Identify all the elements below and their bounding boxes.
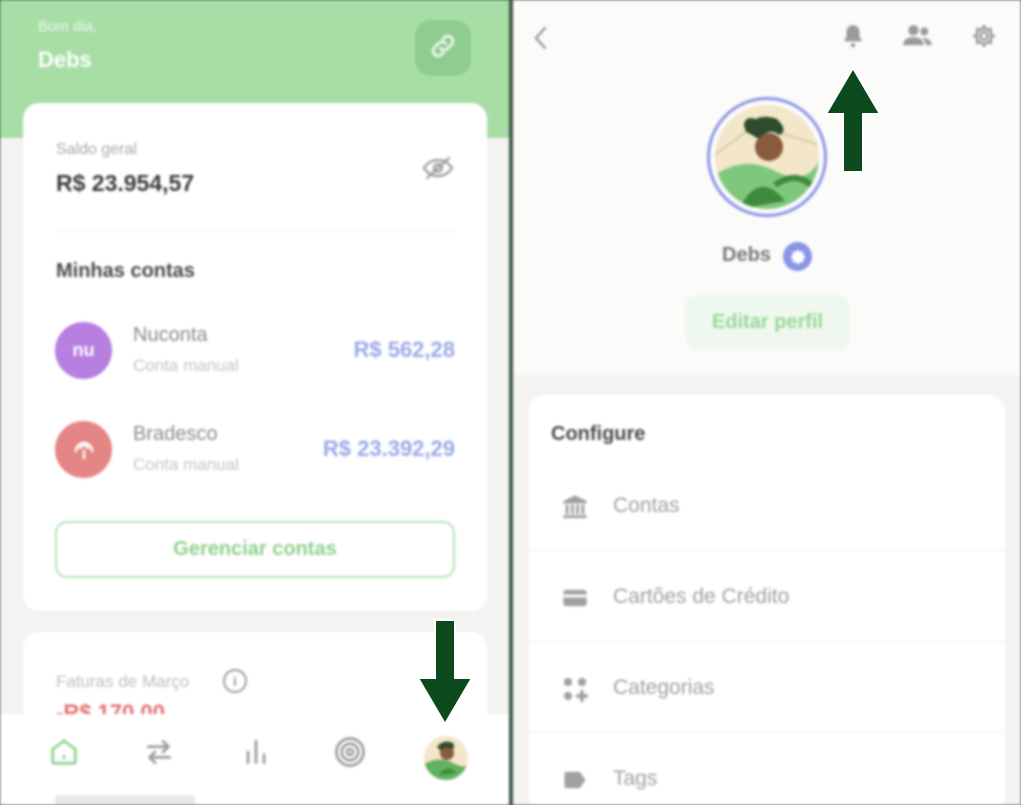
menu-label: Tags (613, 767, 658, 790)
configure-card: Configure Contas Cartões de Crédito Cate… (529, 395, 1005, 805)
menu-item-credit-cards[interactable]: Cartões de Crédito (529, 554, 1005, 642)
account-row-bradesco[interactable]: Bradesco Conta manual R$ 23.392,29 (55, 421, 465, 481)
configure-title: Configure (551, 423, 646, 445)
greeting-text: Bom dia, (38, 18, 98, 35)
divider (529, 641, 1005, 642)
user-name: Debs (38, 47, 92, 72)
balance-value: R$ 23.954,57 (56, 170, 195, 196)
tab-reports[interactable] (236, 734, 276, 774)
notifications-button[interactable] (835, 20, 871, 56)
shared-users-button[interactable] (900, 20, 936, 56)
hide-balance-eye-icon[interactable] (421, 155, 455, 186)
menu-label: Contas (613, 494, 680, 517)
link-button[interactable] (415, 20, 471, 76)
account-type: Conta manual (133, 455, 239, 474)
accounts-title: Minhas contas (56, 260, 195, 282)
tab-home[interactable] (44, 734, 84, 774)
menu-item-tags[interactable]: Tags (529, 736, 1005, 805)
tab-profile[interactable] (423, 735, 469, 786)
divider (529, 732, 1005, 733)
up-arrow-annotation (824, 66, 882, 173)
profile-avatar (423, 735, 469, 786)
divider (56, 231, 456, 232)
back-chevron-icon[interactable] (531, 24, 551, 57)
info-icon[interactable]: i (223, 669, 247, 693)
down-arrow-annotation (416, 619, 474, 726)
chart-icon (240, 736, 272, 773)
settings-button[interactable] (966, 20, 1002, 56)
tab-goals[interactable] (330, 734, 370, 774)
users-icon (902, 22, 934, 55)
screenshot-root: Bom dia, Debs Saldo geral R$ 23.954,57 M… (0, 0, 1021, 805)
link-icon (428, 31, 458, 66)
bradesco-logo-icon (55, 421, 112, 478)
profile-name: Debs (722, 244, 771, 266)
invoices-label: Faturas de Março (56, 672, 190, 691)
balance-card: Saldo geral R$ 23.954,57 Minhas contas n… (23, 103, 487, 611)
transfer-icon (143, 736, 175, 773)
gear-icon (970, 22, 998, 55)
account-balance: R$ 23.392,29 (322, 436, 455, 461)
menu-item-accounts[interactable]: Contas (529, 463, 1005, 551)
right-screen-profile: Debs Editar perfil Configure Contas Cart… (513, 0, 1021, 805)
nubank-logo: nu (55, 322, 112, 379)
edit-profile-button[interactable]: Editar perfil (685, 295, 850, 350)
account-name: Bradesco (133, 423, 218, 445)
bank-icon (559, 491, 591, 523)
categories-icon (559, 673, 591, 705)
verified-badge-icon (783, 242, 812, 271)
account-row-nuconta[interactable]: nu Nuconta Conta manual R$ 562,28 (55, 322, 465, 382)
credit-card-icon (559, 582, 591, 614)
profile-avatar-large[interactable] (707, 97, 827, 217)
balance-label: Saldo geral (56, 141, 137, 158)
bell-icon (840, 23, 866, 54)
hidden-content-peek (55, 795, 195, 805)
target-icon (332, 734, 368, 775)
account-name: Nuconta (133, 324, 208, 346)
tag-icon (559, 764, 591, 796)
home-icon (47, 735, 81, 774)
menu-label: Cartões de Crédito (613, 585, 790, 608)
account-balance: R$ 562,28 (353, 337, 455, 362)
menu-label: Categorias (613, 676, 715, 699)
avatar-illustration (715, 105, 819, 209)
account-type: Conta manual (133, 356, 239, 375)
tab-transactions[interactable] (139, 734, 179, 774)
manage-accounts-button[interactable]: Gerenciar contas (55, 521, 455, 578)
menu-item-categories[interactable]: Categorias (529, 645, 1005, 733)
divider (529, 550, 1005, 551)
